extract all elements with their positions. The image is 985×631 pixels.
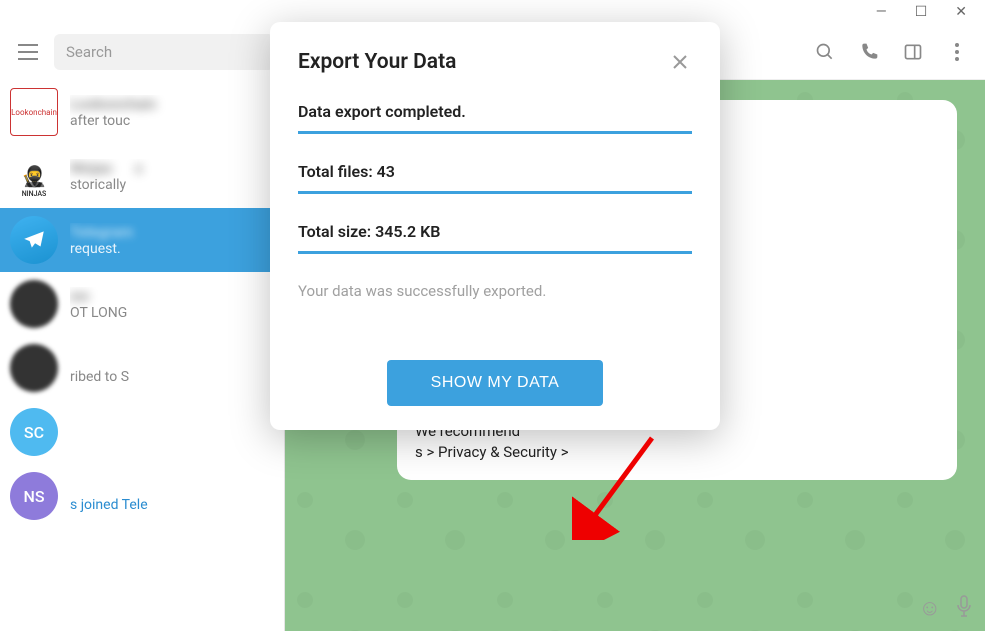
close-icon[interactable] xyxy=(668,50,692,74)
mic-icon[interactable] xyxy=(955,595,973,623)
modal-title: Export Your Data xyxy=(298,50,456,74)
avatar xyxy=(10,344,58,392)
chat-preview: request. xyxy=(70,241,274,257)
phone-icon[interactable] xyxy=(857,40,881,64)
maximize-button[interactable]: ☐ xyxy=(915,4,928,20)
export-data-modal: Export Your Data Data export completed. … xyxy=(270,22,720,430)
window-titlebar: — ☐ ✕ xyxy=(0,0,985,24)
chat-title: Lookonchain xyxy=(70,95,274,113)
chat-title xyxy=(70,351,274,369)
chat-preview xyxy=(70,433,274,449)
chat-title: ew xyxy=(70,287,274,305)
chat-title xyxy=(70,479,274,497)
chat-title xyxy=(70,415,274,433)
total-size-row: Total size: 345.2 KB xyxy=(298,222,692,254)
chat-item[interactable]: ribed to S xyxy=(0,336,284,400)
chat-preview: storically xyxy=(70,177,274,193)
sidebar: Search Lookonchain Lookonchain after tou… xyxy=(0,24,285,631)
search-icon[interactable] xyxy=(813,40,837,64)
chat-item[interactable]: 🥷 Ninjas s storically xyxy=(0,144,284,208)
chat-preview: ribed to S xyxy=(70,369,274,385)
menu-button[interactable] xyxy=(10,34,46,70)
more-icon[interactable] xyxy=(945,40,969,64)
avatar xyxy=(10,280,58,328)
avatar: 🥷 xyxy=(10,152,58,200)
total-files-row: Total files: 43 xyxy=(298,162,692,194)
chat-item[interactable]: SC xyxy=(0,400,284,464)
chat-preview: s joined Tele xyxy=(70,497,274,513)
chat-preview: after touc xyxy=(70,113,274,129)
chat-list: Lookonchain Lookonchain after touc 🥷 Nin… xyxy=(0,80,284,631)
chat-item[interactable]: ew OT LONG xyxy=(0,272,284,336)
search-input[interactable]: Search xyxy=(54,34,274,70)
minimize-button[interactable]: — xyxy=(876,4,887,20)
sidepanel-icon[interactable] xyxy=(901,40,925,64)
chat-preview: OT LONG xyxy=(70,305,274,321)
telegram-icon xyxy=(10,216,58,264)
show-my-data-button[interactable]: SHOW MY DATA xyxy=(387,360,604,406)
avatar: Lookonchain xyxy=(10,88,58,136)
close-window-button[interactable]: ✕ xyxy=(955,4,967,20)
chat-item-active[interactable]: Telegram request. xyxy=(0,208,284,272)
chat-item[interactable]: NS s joined Tele xyxy=(0,464,284,528)
search-placeholder: Search xyxy=(66,43,112,61)
chat-item[interactable]: Lookonchain Lookonchain after touc xyxy=(0,80,284,144)
export-note: Your data was successfully exported. xyxy=(298,282,692,300)
chat-title: Telegram xyxy=(70,223,274,241)
export-status-row: Data export completed. xyxy=(298,102,692,134)
avatar: NS xyxy=(10,472,58,520)
chat-title: Ninjas s xyxy=(70,159,274,177)
avatar: SC xyxy=(10,408,58,456)
emoji-icon[interactable]: ☺ xyxy=(919,595,941,623)
